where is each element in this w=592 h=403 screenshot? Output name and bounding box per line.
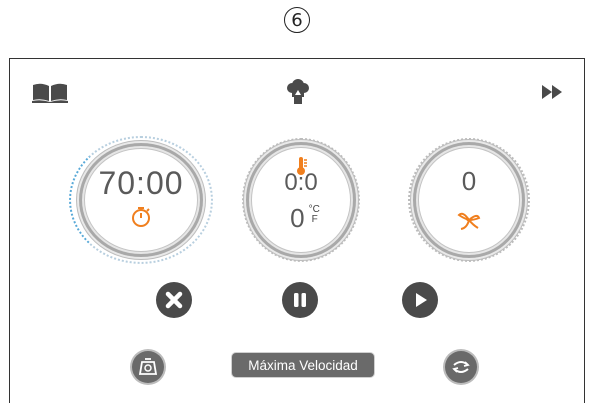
play-button[interactable] xyxy=(402,282,438,318)
temperature-bottom-value: 0 xyxy=(290,202,305,233)
time-value: 70:00 xyxy=(98,164,184,201)
scale-button[interactable] xyxy=(132,351,164,383)
fan-blade-icon xyxy=(457,212,481,230)
play-icon xyxy=(416,293,427,307)
recipe-book-icon xyxy=(32,83,68,103)
cancel-button[interactable] xyxy=(156,282,192,318)
temperature-dial[interactable]: 0:0 0 °C F xyxy=(246,142,356,258)
reverse-rotation-button[interactable] xyxy=(445,351,477,383)
unit-celsius[interactable]: °C xyxy=(309,204,320,215)
chef-button[interactable] xyxy=(286,79,310,105)
time-dial[interactable]: 70:00 xyxy=(79,143,203,257)
step-number: 6 xyxy=(291,9,303,31)
temperature-top-value: 0:0 xyxy=(284,168,318,196)
speed-dial-ring xyxy=(413,142,525,258)
fast-forward-icon xyxy=(542,85,562,99)
scale-icon xyxy=(138,358,158,375)
speed-status-label: Máxima Velocidad xyxy=(231,352,375,378)
unit-fahrenheit[interactable]: F xyxy=(309,214,320,225)
stopwatch-icon xyxy=(132,206,150,227)
cancel-icon xyxy=(165,291,183,309)
pause-button[interactable] xyxy=(282,282,318,318)
speed-value: 0 xyxy=(461,165,477,196)
recipe-book-button[interactable] xyxy=(31,80,69,104)
skip-button[interactable] xyxy=(540,82,566,102)
reverse-rotation-icon xyxy=(452,361,470,373)
pause-icon xyxy=(294,293,306,307)
step-number-badge: 6 xyxy=(284,7,310,33)
status-label-text: Máxima Velocidad xyxy=(248,357,358,373)
chef-hat-icon xyxy=(287,79,309,104)
speed-dial[interactable]: 0 xyxy=(413,142,525,258)
